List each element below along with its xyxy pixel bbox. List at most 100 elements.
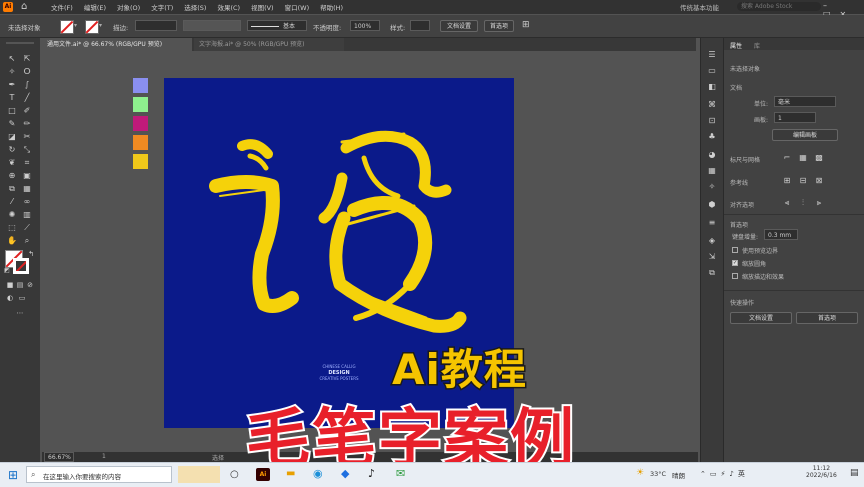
gradient-mode-icon[interactable]: ▤ (15, 280, 25, 290)
edge-browser-icon[interactable]: ◉ (313, 467, 323, 480)
system-tray-icons[interactable]: ⌃▭⚡♪英 (700, 469, 749, 479)
zoom-tool-icon[interactable]: ⌕ (22, 236, 32, 246)
stroke-panel-icon[interactable]: ≡ (707, 218, 717, 228)
shaper-tool-icon[interactable]: ✏ (22, 119, 32, 129)
menu-file[interactable]: 文件(F) (51, 2, 73, 12)
artboards-panel-icon[interactable]: ⧉ (707, 268, 717, 278)
workspace-switcher[interactable]: 传统基本功能 (680, 2, 719, 12)
variable-width-profile[interactable] (183, 20, 241, 31)
arrange-icon[interactable]: ⊞ (522, 20, 530, 30)
chevron-down-icon[interactable]: ▾ (74, 22, 77, 29)
libraries-panel-icon[interactable]: ▭ (707, 66, 717, 76)
layers-panel-icon[interactable]: ◧ (707, 82, 717, 92)
quick-preferences-button[interactable]: 首选项 (796, 312, 858, 324)
brushes-panel-icon[interactable]: ✧ (707, 182, 717, 192)
hand-tool-icon[interactable]: ✋ (7, 236, 17, 246)
eraser-tool-icon[interactable]: ◪ (7, 132, 17, 142)
line-tool-icon[interactable]: ╱ (22, 93, 32, 103)
asset-panel-icon[interactable]: ♣ (707, 132, 717, 142)
rotate-tool-icon[interactable]: ↻ (7, 145, 17, 155)
opacity-input[interactable]: 100% (350, 20, 380, 31)
preview-bounds-checkbox[interactable] (732, 247, 738, 253)
fill-swatch[interactable] (60, 20, 74, 34)
file-explorer-icon[interactable]: ▬ (286, 468, 295, 479)
scale-corners-checkbox[interactable]: ✓ (732, 260, 738, 266)
menu-effect[interactable]: 效果(C) (217, 2, 240, 12)
curvature-tool-icon[interactable]: ∫ (22, 80, 32, 90)
quick-doc-setup-button[interactable]: 文档设置 (730, 312, 792, 324)
clock[interactable]: 11:12 2022/6/16 (806, 465, 837, 479)
free-transform-tool-icon[interactable]: ⌗ (22, 158, 32, 168)
selection-tool-icon[interactable]: ↖ (7, 54, 17, 64)
menu-window[interactable]: 窗口(W) (285, 2, 310, 12)
chevron-down-icon[interactable]: ▾ (99, 22, 102, 29)
symbols-panel-icon[interactable]: ⬢ (707, 200, 717, 210)
shape-builder-tool-icon[interactable]: ⊕ (7, 171, 17, 181)
pen-tool-icon[interactable]: ✒ (7, 80, 17, 90)
tab-properties[interactable]: 属性 (730, 41, 742, 50)
mesh-tool-icon[interactable]: ▦ (22, 184, 32, 194)
home-icon[interactable]: ⌂ (21, 1, 27, 12)
none-mode-icon[interactable]: ⊘ (25, 280, 35, 290)
swatch-magenta[interactable] (133, 116, 148, 131)
symbol-sprayer-tool-icon[interactable]: ✺ (7, 210, 17, 220)
menu-edit[interactable]: 编辑(E) (84, 2, 106, 12)
scissors-tool-icon[interactable]: ✂ (22, 132, 32, 142)
stroke-weight-input[interactable] (135, 20, 177, 31)
stock-search-input[interactable]: 搜索 Adobe Stock (737, 2, 821, 11)
color-panel-icon[interactable]: ◕ (707, 150, 717, 160)
units-dropdown[interactable]: 毫米 (774, 96, 836, 107)
align-left-icon[interactable]: ⫷ (782, 198, 792, 208)
pencil-tool-icon[interactable]: ✎ (7, 119, 17, 129)
more-tools-icon[interactable]: ⋯ (15, 308, 25, 318)
guides-icon[interactable]: ⊞ (782, 176, 792, 186)
menu-view[interactable]: 视图(V) (251, 2, 274, 12)
windows-start-icon[interactable]: ⊞ (8, 468, 18, 482)
artboard-tool-icon[interactable]: ⬚ (7, 223, 17, 233)
smart-guides-icon[interactable]: ⊟ (798, 176, 808, 186)
brush-definition[interactable]: 基本 (247, 20, 307, 31)
warp-tool-icon[interactable]: ❦ (7, 158, 17, 168)
search-highlight-image[interactable] (178, 466, 220, 483)
stroke-swatch[interactable] (85, 20, 99, 34)
tab-text-poster[interactable]: 文字海报.ai* @ 50% (RGB/GPU 预览) (194, 38, 344, 51)
scale-tool-icon[interactable]: ⤡ (22, 145, 32, 155)
eyedropper-tool-icon[interactable]: ⁄ (7, 197, 17, 207)
artboard-number-input[interactable]: 1 (774, 112, 816, 123)
perspective-grid-tool-icon[interactable]: ⧉ (7, 184, 17, 194)
lock-guides-icon[interactable]: ⊠ (814, 176, 824, 186)
scale-strokes-checkbox[interactable] (732, 273, 738, 279)
links-panel-icon[interactable]: ⌘ (707, 100, 717, 110)
swatch-lavender[interactable] (133, 78, 148, 93)
keyboard-increment-input[interactable]: 0.3 mm (764, 229, 798, 240)
doc-setup-button[interactable]: 文档设置 (440, 20, 478, 32)
notification-icon[interactable]: ▤ (850, 468, 859, 478)
export-panel-icon[interactable]: ⇲ (707, 252, 717, 262)
menu-type[interactable]: 文字(T) (151, 2, 173, 12)
app-icon[interactable]: ◆ (341, 467, 349, 480)
swatches-panel-icon[interactable]: ▦ (707, 166, 717, 176)
ruler-icon[interactable]: ⌐ (782, 153, 792, 163)
blend-tool-icon[interactable]: ∞ (22, 197, 32, 207)
paintbrush-tool-icon[interactable]: ✐ (22, 106, 32, 116)
menu-select[interactable]: 选择(S) (184, 2, 206, 12)
menu-help[interactable]: 帮助(H) (320, 2, 343, 12)
slice-tool-icon[interactable]: ⟋ (22, 223, 32, 233)
style-picker[interactable] (410, 20, 430, 31)
align-center-icon[interactable]: ⫶ (798, 198, 808, 208)
lasso-tool-icon[interactable]: ⵔ (22, 67, 32, 77)
menu-object[interactable]: 对象(O) (117, 2, 140, 12)
properties-panel-icon[interactable]: ☰ (707, 50, 717, 60)
rectangle-tool-icon[interactable]: □ (7, 106, 17, 116)
pixel-grid-icon[interactable]: ▩ (814, 153, 824, 163)
stroke-color-box[interactable] (13, 258, 29, 274)
layers-stack-icon[interactable]: ◈ (707, 236, 717, 246)
direct-selection-tool-icon[interactable]: ⇱ (22, 54, 32, 64)
taskbar-search[interactable]: ⌕ 在这里输入你要搜索的内容 (26, 466, 172, 483)
task-view-icon[interactable]: ○ (230, 469, 239, 480)
artboard-nav[interactable]: 1 (102, 453, 106, 460)
type-tool-icon[interactable]: T (7, 93, 17, 103)
transform-panel-icon[interactable]: ⊡ (707, 116, 717, 126)
swatch-green[interactable] (133, 97, 148, 112)
preferences-button[interactable]: 首选项 (484, 20, 514, 32)
